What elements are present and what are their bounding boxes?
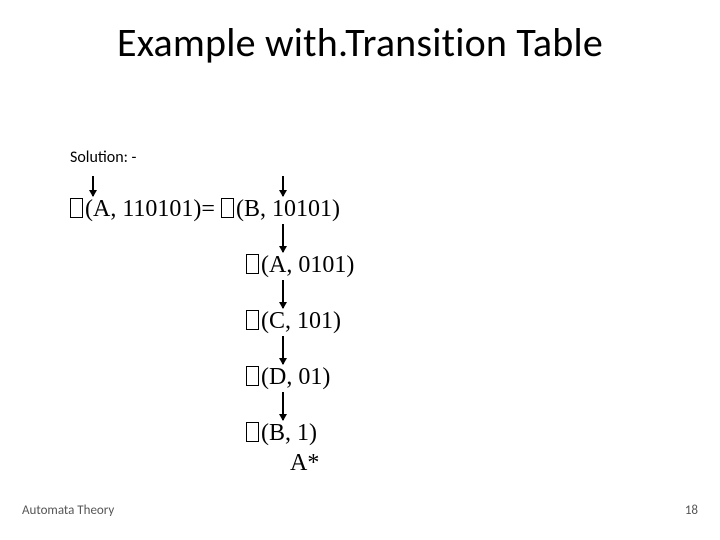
derivation-step-4: (B, 1): [246, 420, 317, 447]
arrow-down-icon: [282, 392, 284, 420]
step-text: (D, 01): [261, 364, 330, 390]
slide-number: 18: [685, 503, 698, 518]
step-text: (A, 110101)=: [85, 196, 221, 222]
step-text: (B, 1): [261, 420, 317, 446]
arrow-down-icon: [282, 224, 284, 252]
final-state: A*: [290, 450, 319, 477]
delta-box-icon: [246, 310, 259, 330]
derivation-step-0: (A, 110101)= (B, 10101): [70, 196, 340, 223]
delta-box-icon: [221, 198, 234, 218]
arrow-down-icon: [92, 176, 94, 196]
solution-label: Solution: -: [70, 148, 136, 167]
step-text: (B, 10101): [236, 196, 340, 222]
delta-box-icon: [70, 198, 83, 218]
delta-box-icon: [246, 366, 259, 386]
slide-title: Example with.Transition Table: [0, 18, 720, 67]
delta-box-icon: [246, 254, 259, 274]
arrow-down-icon: [282, 280, 284, 308]
footer-topic: Automata Theory: [22, 503, 114, 518]
derivation-step-3: (D, 01): [246, 364, 330, 391]
derivation-step-2: (C, 101): [246, 308, 341, 335]
arrow-down-icon: [282, 336, 284, 364]
delta-box-icon: [246, 422, 259, 442]
derivation-step-1: (A, 0101): [246, 252, 354, 279]
step-text: (C, 101): [261, 308, 341, 334]
step-text: (A, 0101): [261, 252, 354, 278]
arrow-down-icon: [282, 176, 284, 196]
